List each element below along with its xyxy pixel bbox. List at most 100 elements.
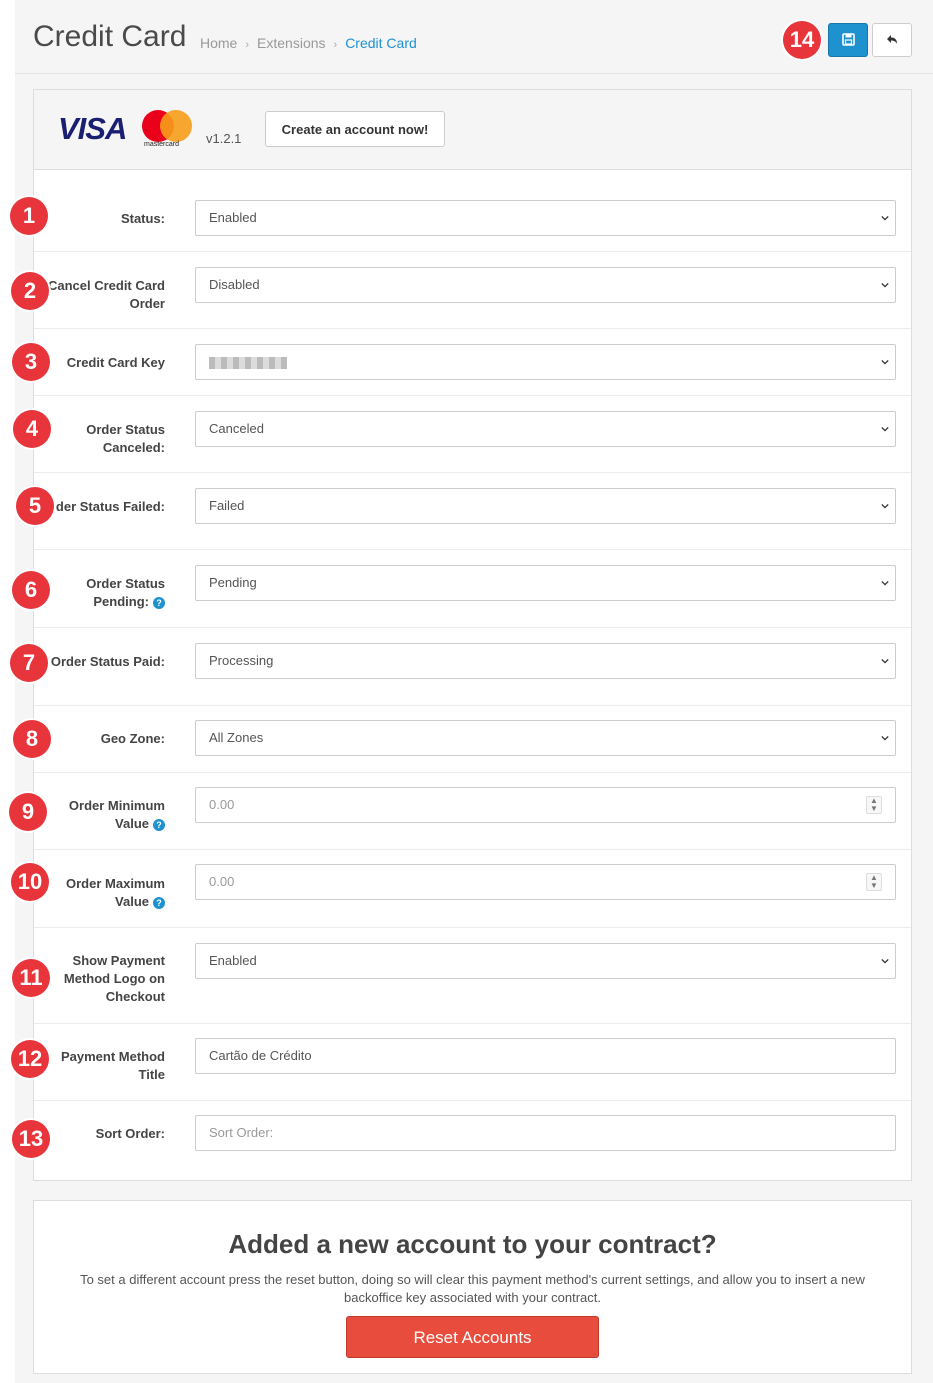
status-paid-value: Processing — [209, 653, 274, 668]
status-pending-select[interactable]: Pending — [195, 565, 896, 601]
cancel-order-label: Cancel Credit Card Order — [47, 278, 165, 311]
status-failed-label: Order Status Failed: — [40, 499, 165, 514]
form-row-cancel-order: Cancel Credit Card Order Disabled — [34, 251, 911, 329]
credit-card-key-select[interactable] — [195, 344, 896, 380]
order-maximum-input[interactable]: 0.00 ▲ ▼ — [195, 864, 896, 900]
annotation-badge: 7 — [10, 644, 48, 682]
panel-heading: VISA mastercard v1.2.1 Create an account… — [34, 90, 911, 170]
status-failed-value: Failed — [209, 498, 245, 513]
version-label: v1.2.1 — [206, 131, 242, 146]
order-maximum-placeholder: 0.00 — [209, 874, 235, 889]
breadcrumb-separator: › — [333, 39, 338, 51]
order-minimum-label-wrap: Order Minimum Value? — [35, 797, 165, 833]
form-row-status: Status: Enabled — [34, 170, 911, 252]
cancel-order-value: Disabled — [209, 277, 260, 292]
reset-panel-description: To set a different account press the res… — [80, 1272, 865, 1305]
order-minimum-placeholder: 0.00 — [209, 797, 235, 812]
form-row-order-minimum: Order Minimum Value? 0.00 ▲ ▼ — [34, 772, 911, 850]
form-row-credit-card-key: Credit Card Key — [34, 328, 911, 396]
page-title: Credit Card — [33, 20, 187, 53]
status-pending-label-wrap: Order Status Pending:? — [35, 575, 165, 611]
reset-accounts-button[interactable]: Reset Accounts — [346, 1316, 599, 1358]
settings-panel: VISA mastercard v1.2.1 Create an account… — [33, 89, 912, 1181]
sort-order-placeholder: Sort Order: — [209, 1125, 274, 1140]
geo-zone-label: Geo Zone: — [100, 731, 165, 746]
payment-title-value: Cartão de Crédito — [209, 1048, 312, 1063]
back-button[interactable] — [872, 23, 912, 57]
status-canceled-select[interactable]: Canceled — [195, 411, 896, 447]
chevron-down-icon — [881, 503, 889, 509]
show-logo-label: Show Payment Method Logo on Checkout — [63, 953, 165, 1004]
chevron-down-icon — [881, 580, 889, 586]
form-row-order-maximum: Order Maximum Value? 0.00 ▲ ▼ — [34, 849, 911, 928]
redacted-key-value — [209, 356, 287, 369]
breadcrumb-current[interactable]: Credit Card — [345, 35, 417, 51]
visa-logo: VISA — [58, 111, 127, 146]
annotation-badge: 1 — [10, 197, 48, 235]
chevron-down-icon — [881, 215, 889, 221]
order-maximum-label-wrap: Order Maximum Value? — [35, 875, 165, 911]
number-stepper[interactable]: ▲ ▼ — [866, 796, 882, 814]
status-value: Enabled — [209, 210, 257, 225]
geo-zone-value: All Zones — [209, 730, 264, 745]
payment-title-input[interactable]: Cartão de Crédito — [195, 1038, 896, 1074]
form-row-status-pending: Order Status Pending:? Pending — [34, 549, 911, 628]
order-minimum-input[interactable]: 0.00 ▲ ▼ — [195, 787, 896, 823]
form-row-geo-zone: Geo Zone: All Zones — [34, 705, 911, 773]
chevron-down-icon — [881, 426, 889, 432]
save-button[interactable] — [828, 23, 868, 57]
annotation-badge: 10 — [11, 863, 49, 901]
help-icon[interactable]: ? — [153, 596, 165, 609]
chevron-down-icon — [881, 359, 889, 365]
form-row-sort-order: Sort Order: Sort Order: — [34, 1100, 911, 1180]
annotation-badge: 14 — [783, 21, 821, 59]
status-canceled-value: Canceled — [209, 421, 264, 436]
form-row-status-canceled: Order Status Canceled: Canceled — [34, 395, 911, 473]
annotation-badge: 13 — [12, 1120, 50, 1158]
number-stepper[interactable]: ▲ ▼ — [866, 873, 882, 891]
credit-card-key-label: Credit Card Key — [66, 355, 165, 370]
help-icon[interactable]: ? — [153, 818, 165, 831]
geo-zone-select[interactable]: All Zones — [195, 720, 896, 756]
chevron-down-icon — [881, 735, 889, 741]
status-label: Status: — [120, 211, 165, 226]
status-canceled-label: Order Status Canceled: — [86, 422, 165, 455]
form-row-payment-title: Payment Method Title Cartão de Crédito — [34, 1023, 911, 1101]
annotation-badge: 5 — [16, 487, 54, 525]
create-account-button[interactable]: Create an account now! — [265, 111, 445, 147]
annotation-badge: 9 — [9, 793, 47, 831]
reply-icon — [887, 35, 897, 44]
status-select[interactable]: Enabled — [195, 200, 896, 236]
chevron-down-icon — [881, 282, 889, 288]
status-failed-select[interactable]: Failed — [195, 488, 896, 524]
sort-order-input[interactable]: Sort Order: — [195, 1115, 896, 1151]
form-row-show-logo: Show Payment Method Logo on Checkout Ena… — [34, 927, 911, 1024]
annotation-badge: 11 — [12, 959, 50, 997]
chevron-down-icon — [881, 958, 889, 964]
mastercard-orange-circle — [160, 110, 192, 142]
annotation-badge: 2 — [11, 272, 49, 310]
status-paid-label: Order Status Paid: — [50, 654, 165, 669]
form-row-status-paid: Order Status Paid: Processing — [34, 627, 911, 706]
reset-account-panel: Added a new account to your contract? To… — [33, 1200, 912, 1374]
mastercard-wordmark: mastercard — [144, 141, 180, 148]
breadcrumb: Home › Extensions › Credit Card — [200, 35, 417, 51]
help-icon[interactable]: ? — [153, 896, 165, 909]
status-paid-select[interactable]: Processing — [195, 643, 896, 679]
cancel-order-select[interactable]: Disabled — [195, 267, 896, 303]
show-logo-value: Enabled — [209, 953, 257, 968]
mastercard-logo: mastercard — [142, 110, 194, 150]
breadcrumb-home[interactable]: Home — [200, 35, 237, 51]
annotation-badge: 12 — [11, 1040, 49, 1078]
annotation-badge: 6 — [12, 571, 50, 609]
chevron-down-icon — [881, 658, 889, 664]
show-logo-select[interactable]: Enabled — [195, 943, 896, 979]
annotation-badge: 4 — [13, 410, 51, 448]
reset-panel-title: Added a new account to your contract? — [228, 1229, 717, 1259]
sort-order-label: Sort Order: — [95, 1126, 165, 1141]
save-icon — [842, 33, 855, 46]
breadcrumb-extensions[interactable]: Extensions — [257, 35, 325, 51]
order-maximum-label: Order Maximum Value — [66, 876, 165, 909]
annotation-badge: 8 — [13, 720, 51, 758]
annotation-badge: 3 — [12, 343, 50, 381]
